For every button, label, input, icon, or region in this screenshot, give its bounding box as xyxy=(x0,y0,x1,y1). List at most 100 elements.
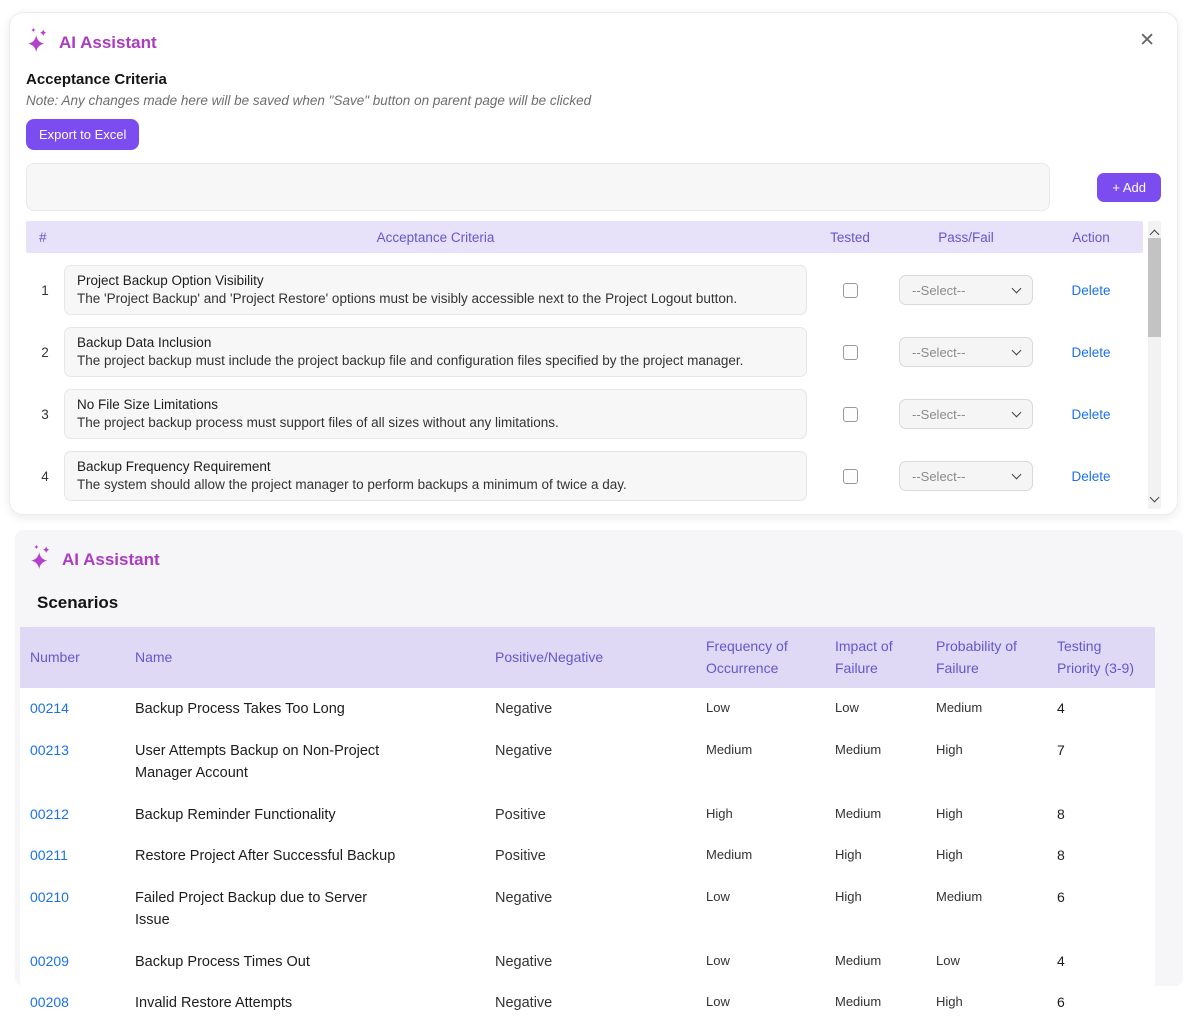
scenarios-heading: Scenarios xyxy=(37,593,1155,613)
col-positive-negative: Positive/Negative xyxy=(485,627,696,688)
scenario-number-link[interactable]: 00209 xyxy=(20,941,125,982)
scenario-row: 00210 Failed Project Backup due to Serve… xyxy=(20,877,1155,941)
delete-link[interactable]: Delete xyxy=(1071,283,1110,298)
scenario-probability: High xyxy=(926,794,1047,835)
criteria-text-box[interactable]: Backup Frequency Requirement The system … xyxy=(64,451,807,501)
criteria-text-box[interactable]: No File Size Limitations The project bac… xyxy=(64,389,807,439)
criteria-description: The system should allow the project mana… xyxy=(77,477,794,492)
scenario-type: Positive xyxy=(485,794,696,835)
new-criteria-row: + Add xyxy=(26,163,1161,211)
scenario-frequency: High xyxy=(696,794,825,835)
scenario-probability: High xyxy=(926,982,1047,1023)
passfail-select[interactable]: --Select-- xyxy=(899,461,1033,491)
scenario-row: 00214 Backup Process Takes Too Long Nega… xyxy=(20,688,1155,729)
passfail-select-value: --Select-- xyxy=(912,407,965,422)
col-criteria: Acceptance Criteria xyxy=(64,230,807,245)
scenario-name: Restore Project After Successful Backup xyxy=(125,835,415,876)
scenario-frequency: Low xyxy=(696,982,825,1023)
scenario-priority: 6 xyxy=(1047,877,1155,941)
add-button[interactable]: + Add xyxy=(1097,173,1161,202)
scenario-impact: Medium xyxy=(825,982,926,1023)
scenario-impact: High xyxy=(825,877,926,941)
export-to-excel-button[interactable]: Export to Excel xyxy=(26,119,139,150)
scenario-number-link[interactable]: 00211 xyxy=(20,835,125,876)
scenarios-table: Number Name Positive/Negative Frequency … xyxy=(20,627,1155,1030)
acceptance-criteria-dialog: AI Assistant ✕ Acceptance Criteria Note:… xyxy=(9,12,1178,515)
criteria-description: The 'Project Backup' and 'Project Restor… xyxy=(77,291,794,306)
table-header: # Acceptance Criteria Tested Pass/Fail A… xyxy=(26,221,1143,253)
criteria-title: No File Size Limitations xyxy=(77,397,794,412)
scenario-impact: Medium xyxy=(825,794,926,835)
tested-checkbox[interactable] xyxy=(843,407,858,422)
criteria-description: The project backup must include the proj… xyxy=(77,353,794,368)
col-scenario-number: Number xyxy=(20,627,125,688)
scenario-impact: Medium xyxy=(825,730,926,794)
passfail-select[interactable]: --Select-- xyxy=(899,337,1033,367)
scrollbar-thumb[interactable] xyxy=(1148,238,1161,337)
scenario-name: Backup Reminder Functionality xyxy=(125,794,415,835)
scenarios-table-header: Number Name Positive/Negative Frequency … xyxy=(20,627,1155,688)
criteria-row: 4 Backup Frequency Requirement The syste… xyxy=(26,451,1143,501)
scenario-number-link[interactable]: 00210 xyxy=(20,877,125,941)
scenario-type: Negative xyxy=(485,688,696,729)
criteria-row-number: 4 xyxy=(26,469,64,484)
criteria-text-box[interactable]: Project Backup Option Visibility The 'Pr… xyxy=(64,265,807,315)
scroll-down-icon[interactable] xyxy=(1150,493,1160,503)
delete-link[interactable]: Delete xyxy=(1071,407,1110,422)
scenario-probability: Medium xyxy=(926,877,1047,941)
ai-assistant-title-2: AI Assistant xyxy=(62,550,160,570)
ai-assistant-brand-2: AI Assistant xyxy=(20,544,1155,576)
chevron-down-icon xyxy=(1012,408,1022,418)
new-criteria-input[interactable] xyxy=(26,163,1050,211)
scenarios-panel: AI Assistant Scenarios Number Name Posit… xyxy=(15,530,1183,986)
col-number: # xyxy=(26,230,64,245)
scenario-impact: High xyxy=(825,835,926,876)
criteria-text-box[interactable]: Backup Data Inclusion The project backup… xyxy=(64,327,807,377)
tested-checkbox[interactable] xyxy=(843,283,858,298)
close-icon[interactable]: ✕ xyxy=(1139,31,1155,50)
acceptance-criteria-heading: Acceptance Criteria xyxy=(26,71,1161,88)
scenario-priority: 8 xyxy=(1047,794,1155,835)
ai-assistant-brand: AI Assistant xyxy=(26,27,157,59)
scenario-frequency: Low xyxy=(696,688,825,729)
scenario-probability: High xyxy=(926,835,1047,876)
scenario-name: Backup Process Times Out xyxy=(125,941,415,982)
col-action: Action xyxy=(1039,230,1143,245)
chevron-down-icon xyxy=(1012,284,1022,294)
sparkle-icon xyxy=(29,544,54,576)
dialog-header: AI Assistant ✕ xyxy=(26,27,1161,59)
tested-checkbox[interactable] xyxy=(843,469,858,484)
criteria-title: Project Backup Option Visibility xyxy=(77,273,794,288)
note-text: Note: Any changes made here will be save… xyxy=(26,93,1161,108)
scenario-type: Negative xyxy=(485,877,696,941)
scenario-row: 00208 Invalid Restore Attempts Negative … xyxy=(20,982,1155,1023)
scenario-name: Invalid Restore Attempts xyxy=(125,982,415,1023)
scenario-number-link[interactable]: 00208 xyxy=(20,982,125,1023)
scenario-priority: 4 xyxy=(1047,941,1155,982)
scenario-probability: Low xyxy=(926,941,1047,982)
criteria-row-number: 1 xyxy=(26,283,64,298)
delete-link[interactable]: Delete xyxy=(1071,469,1110,484)
scenario-type: Negative xyxy=(485,982,696,1023)
passfail-select[interactable]: --Select-- xyxy=(899,275,1033,305)
scenario-number-link[interactable]: 00212 xyxy=(20,794,125,835)
tested-checkbox[interactable] xyxy=(843,345,858,360)
criteria-row-number: 3 xyxy=(26,407,64,422)
col-tested: Tested xyxy=(807,230,893,245)
scenario-impact: Low xyxy=(825,688,926,729)
col-impact: Impact of Failure xyxy=(825,627,926,688)
delete-link[interactable]: Delete xyxy=(1071,345,1110,360)
scenario-probability: Medium xyxy=(926,688,1047,729)
col-passfail: Pass/Fail xyxy=(893,230,1039,245)
criteria-row: 2 Backup Data Inclusion The project back… xyxy=(26,327,1143,377)
scenario-number-link[interactable]: 00213 xyxy=(20,730,125,794)
passfail-select-value: --Select-- xyxy=(912,283,965,298)
scenario-row: 00212 Backup Reminder Functionality Posi… xyxy=(20,794,1155,835)
table-scrollbar[interactable] xyxy=(1148,221,1161,509)
scenario-frequency: Low xyxy=(696,877,825,941)
passfail-select[interactable]: --Select-- xyxy=(899,399,1033,429)
scenario-name: User Attempts Backup on Non-Project Mana… xyxy=(125,730,415,794)
scenario-type: Negative xyxy=(485,941,696,982)
scenario-number-link[interactable]: 00214 xyxy=(20,688,125,729)
passfail-select-value: --Select-- xyxy=(912,345,965,360)
